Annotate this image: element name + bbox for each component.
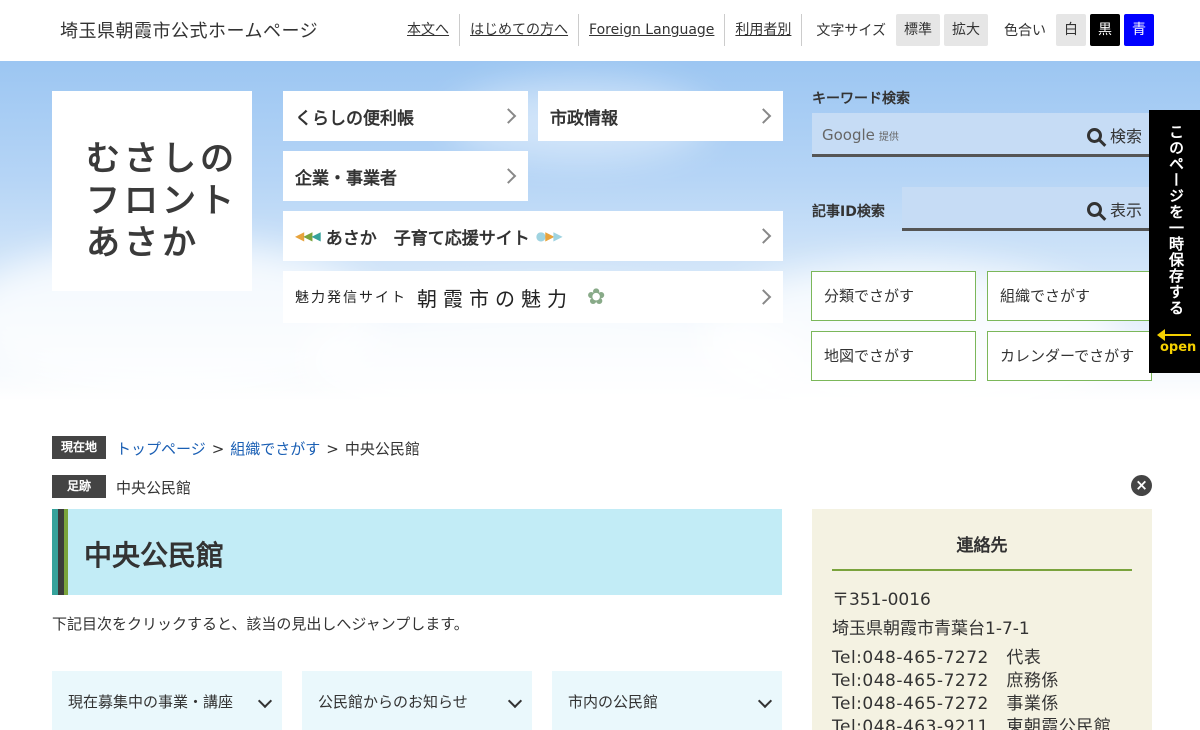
find-by-category-button[interactable]: 分類でさがす [811, 271, 976, 321]
google-sub-text: 提供 [878, 132, 899, 143]
find-by-map-button[interactable]: 地図でさがす [811, 331, 976, 381]
first-time-visitors-link[interactable]: はじめての方へ [459, 14, 578, 46]
find-by-calendar-button[interactable]: カレンダーでさがす [987, 331, 1152, 381]
nav-kigyo-label: 企業・事業者 [295, 168, 397, 189]
search-icon [1086, 201, 1102, 217]
toc-item-label: 市内の公民館 [568, 693, 659, 711]
arrow-left-icon [1157, 329, 1191, 341]
font-size-label: 文字サイズ [816, 23, 886, 39]
heading-accent-bar [64, 509, 68, 595]
skip-to-content-link[interactable]: 本文へ [397, 14, 459, 46]
toc-item-city-halls[interactable]: 市内の公民館 [552, 671, 782, 730]
current-location-tag: 現在地 [52, 436, 106, 459]
bunting-right-icon: ●▶▶ [535, 229, 563, 243]
miryoku-main: 朝霞市の魅力 [417, 286, 573, 311]
nav-shisei-label: 市政情報 [550, 108, 618, 129]
google-text: Google [822, 126, 875, 144]
chevron-down-icon [257, 693, 273, 709]
contact-title: 連絡先 [832, 531, 1132, 571]
open-label: open [1160, 340, 1197, 355]
city-logo[interactable]: むさしの フロント あさか [52, 91, 252, 291]
kosodate-banner[interactable]: ◀◀◀ あさか 子育て応援サイト ●▶▶ [283, 211, 783, 261]
chevron-down-icon [507, 693, 523, 709]
kosodate-banner-label: あさか 子育て応援サイト [325, 228, 530, 249]
keyword-search-input[interactable]: Google 提供 検索 [812, 113, 1152, 157]
page-title: 中央公民館 [84, 539, 225, 572]
article-id-input[interactable]: 表示 [902, 187, 1152, 231]
contact-tel: Tel:048-465-7272 庶務係 [832, 671, 1059, 691]
font-size-standard-button[interactable]: 標準 [896, 14, 940, 46]
chevron-right-icon [500, 108, 517, 124]
chevron-right-icon [755, 228, 772, 244]
contact-postal: 〒351-0016 [832, 590, 931, 610]
chevron-right-icon [755, 289, 772, 305]
miryoku-title: 朝霞市の魅力 [417, 283, 573, 312]
footprint-item[interactable]: 中央公民館 [116, 477, 191, 498]
show-button-label: 表示 [1109, 201, 1142, 220]
nav-kurashi-label: くらしの便利帳 [295, 108, 414, 129]
bunting-left-icon: ◀◀◀ [295, 229, 321, 243]
site-title[interactable]: 埼玉県朝霞市公式ホームページ [60, 17, 318, 43]
contact-box: 連絡先 〒351-0016 埼玉県朝霞市青葉台1-7-1 Tel:048-465… [812, 509, 1152, 730]
color-blue-button[interactable]: 青 [1124, 14, 1154, 46]
article-id-show-button[interactable]: 表示 [1086, 197, 1142, 221]
logo-line-3: あさか [86, 223, 200, 263]
miryoku-prefix: 魅力発信サイト [295, 290, 407, 306]
color-white-button[interactable]: 白 [1056, 14, 1086, 46]
search-icon [1086, 127, 1102, 143]
footprint-tag: 足跡 [52, 475, 106, 498]
save-page-text: このページを一時保存する [1167, 124, 1185, 316]
color-black-button[interactable]: 黒 [1090, 14, 1120, 46]
search-button-label: 検索 [1109, 127, 1142, 146]
chevron-right-icon [755, 108, 772, 124]
breadcrumb-organization-link[interactable]: 組織でさがす [230, 440, 320, 458]
breadcrumb-top-link[interactable]: トップページ [116, 440, 206, 458]
chevron-down-icon [757, 693, 773, 709]
chevron-right-icon [500, 168, 517, 184]
article-id-label: 記事ID検索 [812, 204, 885, 220]
contact-tel: Tel:048-465-7272 事業係 [832, 694, 1059, 714]
foreign-language-link[interactable]: Foreign Language [578, 14, 724, 46]
keyword-search-button[interactable]: 検索 [1086, 123, 1142, 147]
utility-links: 本文へ はじめての方へ Foreign Language 利用者別 文字サイズ … [397, 14, 1154, 46]
contact-tel: Tel:048-463-9211 東朝霞公民館 [832, 717, 1112, 730]
by-user-type-link[interactable]: 利用者別 [724, 14, 803, 46]
page-title-box: 中央公民館 [52, 509, 782, 595]
toc-item-notices[interactable]: 公民館からのお知らせ [302, 671, 532, 730]
keyword-search-label: キーワード検索 [812, 91, 910, 107]
font-size-large-button[interactable]: 拡大 [944, 14, 988, 46]
contact-tel: Tel:048-465-7272 代表 [832, 648, 1042, 668]
intro-text: 下記目次をクリックすると、該当の見出しへジャンプします。 [52, 615, 469, 633]
breadcrumb-current: 中央公民館 [344, 440, 420, 458]
google-label: Google 提供 [822, 126, 899, 144]
contact-address: 埼玉県朝霞市青葉台1-7-1 [832, 619, 1030, 639]
toc-item-label: 公民館からのお知らせ [318, 693, 468, 711]
mascot-icon: ✿ [587, 284, 606, 310]
nav-kurashi-button[interactable]: くらしの便利帳 [283, 91, 528, 141]
close-icon[interactable]: × [1131, 475, 1152, 496]
header: 埼玉県朝霞市公式ホームページ 本文へ はじめての方へ Foreign Langu… [0, 0, 1200, 61]
color-scheme-label: 色合い [1004, 23, 1046, 39]
save-page-side-tab[interactable]: このページを一時保存する open [1149, 110, 1200, 373]
nav-shisei-button[interactable]: 市政情報 [538, 91, 783, 141]
find-by-organization-button[interactable]: 組織でさがす [987, 271, 1152, 321]
breadcrumb-separator: > [211, 440, 225, 458]
breadcrumb-separator: > [326, 440, 339, 458]
miryoku-banner[interactable]: 魅力発信サイト 朝霞市の魅力 ✿ [283, 271, 783, 323]
nav-kigyo-button[interactable]: 企業・事業者 [283, 151, 528, 201]
toc-item-label: 現在募集中の事業・講座 [68, 693, 234, 711]
breadcrumb: トップページ > 組織でさがす > 中央公民館 [116, 438, 420, 459]
toc-item-events[interactable]: 現在募集中の事業・講座 [52, 671, 282, 730]
